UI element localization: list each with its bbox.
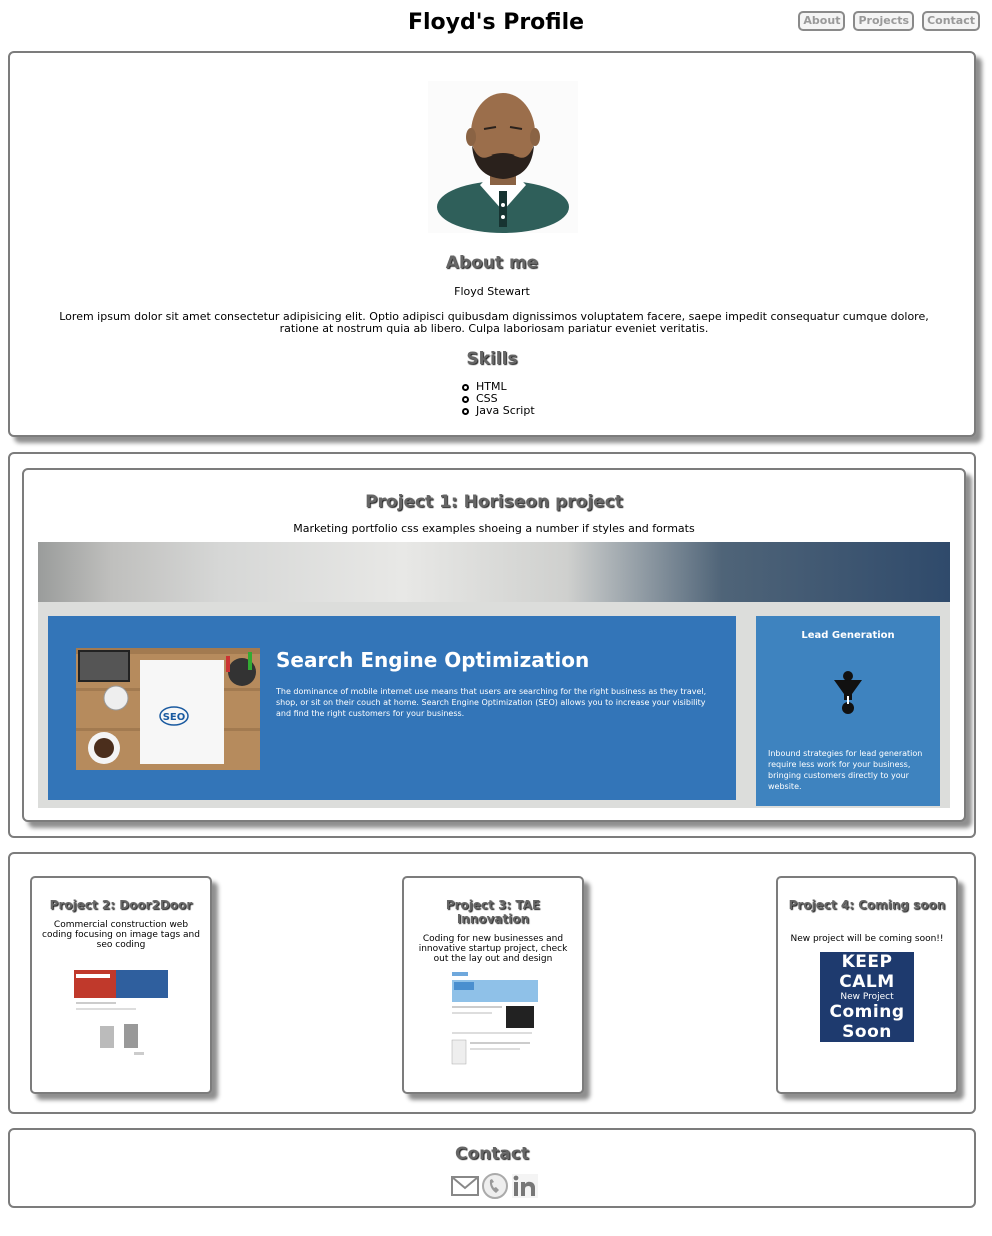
nav-about-link[interactable]: About bbox=[798, 11, 846, 31]
skill-item: HTML bbox=[462, 381, 535, 393]
project1-card[interactable]: Project 1: Horiseon project Marketing po… bbox=[22, 468, 966, 822]
project3-card[interactable]: Project 3: TAE Innovation Coding for new… bbox=[402, 876, 584, 1094]
phone-icon[interactable] bbox=[480, 1172, 510, 1200]
project4-description: New project will be coming soon!! bbox=[790, 934, 944, 944]
avatar bbox=[428, 81, 578, 233]
nav-contact-link[interactable]: Contact bbox=[922, 11, 980, 31]
project2-description: Commercial construction web coding focus… bbox=[42, 920, 200, 950]
mail-icon[interactable] bbox=[450, 1172, 480, 1200]
keep-calm-line: Coming bbox=[829, 1002, 905, 1022]
project2-title: Project 2: Door2Door bbox=[49, 898, 193, 912]
seo-panel: SEO Search Engine Optimization The domin… bbox=[48, 616, 736, 800]
keep-calm-line: CALM bbox=[839, 972, 895, 992]
top-nav: About Projects Contact bbox=[798, 11, 980, 31]
seo-title: Search Engine Optimization bbox=[276, 648, 590, 672]
project1-section: Project 1: Horiseon project Marketing po… bbox=[8, 452, 976, 838]
project2-thumbnail[interactable] bbox=[72, 962, 168, 1062]
project1-title: Project 1: Horiseon project bbox=[365, 492, 623, 512]
project4-title: Project 4: Coming soon bbox=[788, 898, 946, 912]
about-section: About me Floyd Stewart Lorem ipsum dolor… bbox=[8, 51, 976, 437]
nav-projects-link[interactable]: Projects bbox=[853, 11, 915, 31]
project4-card[interactable]: Project 4: Coming soon New project will … bbox=[776, 876, 958, 1094]
lead-title: Lead Generation bbox=[801, 630, 895, 641]
profile-name: Floyd Stewart bbox=[454, 285, 530, 298]
keep-calm-image[interactable]: KEEP CALM New Project Coming Soon bbox=[820, 952, 914, 1042]
seo-text: The dominance of mobile internet use mea… bbox=[276, 687, 707, 718]
project3-description: Coding for new businesses and innovative… bbox=[418, 934, 568, 964]
contact-heading: Contact bbox=[454, 1144, 530, 1164]
project3-thumbnail[interactable] bbox=[450, 970, 540, 1072]
lead-generation-panel: Lead Generation Inbound strategies for l… bbox=[756, 616, 940, 806]
seo-notebook-image: SEO bbox=[76, 648, 260, 770]
skills-list: HTML CSS Java Script bbox=[462, 381, 535, 417]
project2-card[interactable]: Project 2: Door2Door Commercial construc… bbox=[30, 876, 212, 1094]
project3-title: Project 3: TAE Innovation bbox=[445, 898, 541, 926]
hero-image bbox=[38, 542, 950, 602]
contact-icons bbox=[450, 1172, 540, 1200]
about-heading: About me bbox=[445, 253, 539, 273]
seo-badge-text: SEO bbox=[163, 712, 186, 723]
keep-calm-line: KEEP bbox=[841, 952, 893, 972]
skill-item: Java Script bbox=[462, 405, 535, 417]
project1-description: Marketing portfolio css examples shoeing… bbox=[293, 522, 695, 535]
projects-section: Project 2: Door2Door Commercial construc… bbox=[8, 852, 976, 1114]
lead-text: Inbound strategies for lead generation r… bbox=[768, 749, 923, 791]
project1-screenshot[interactable]: SEO Search Engine Optimization The domin… bbox=[38, 542, 950, 808]
skills-heading: Skills bbox=[466, 349, 518, 369]
linkedin-icon[interactable] bbox=[510, 1172, 540, 1200]
funnel-icon bbox=[828, 668, 868, 718]
keep-calm-line: Soon bbox=[842, 1022, 892, 1042]
keep-calm-line: New Project bbox=[840, 992, 894, 1002]
contact-section: Contact bbox=[8, 1128, 976, 1208]
about-bio: Lorem ipsum dolor sit amet consectetur a… bbox=[59, 310, 929, 335]
